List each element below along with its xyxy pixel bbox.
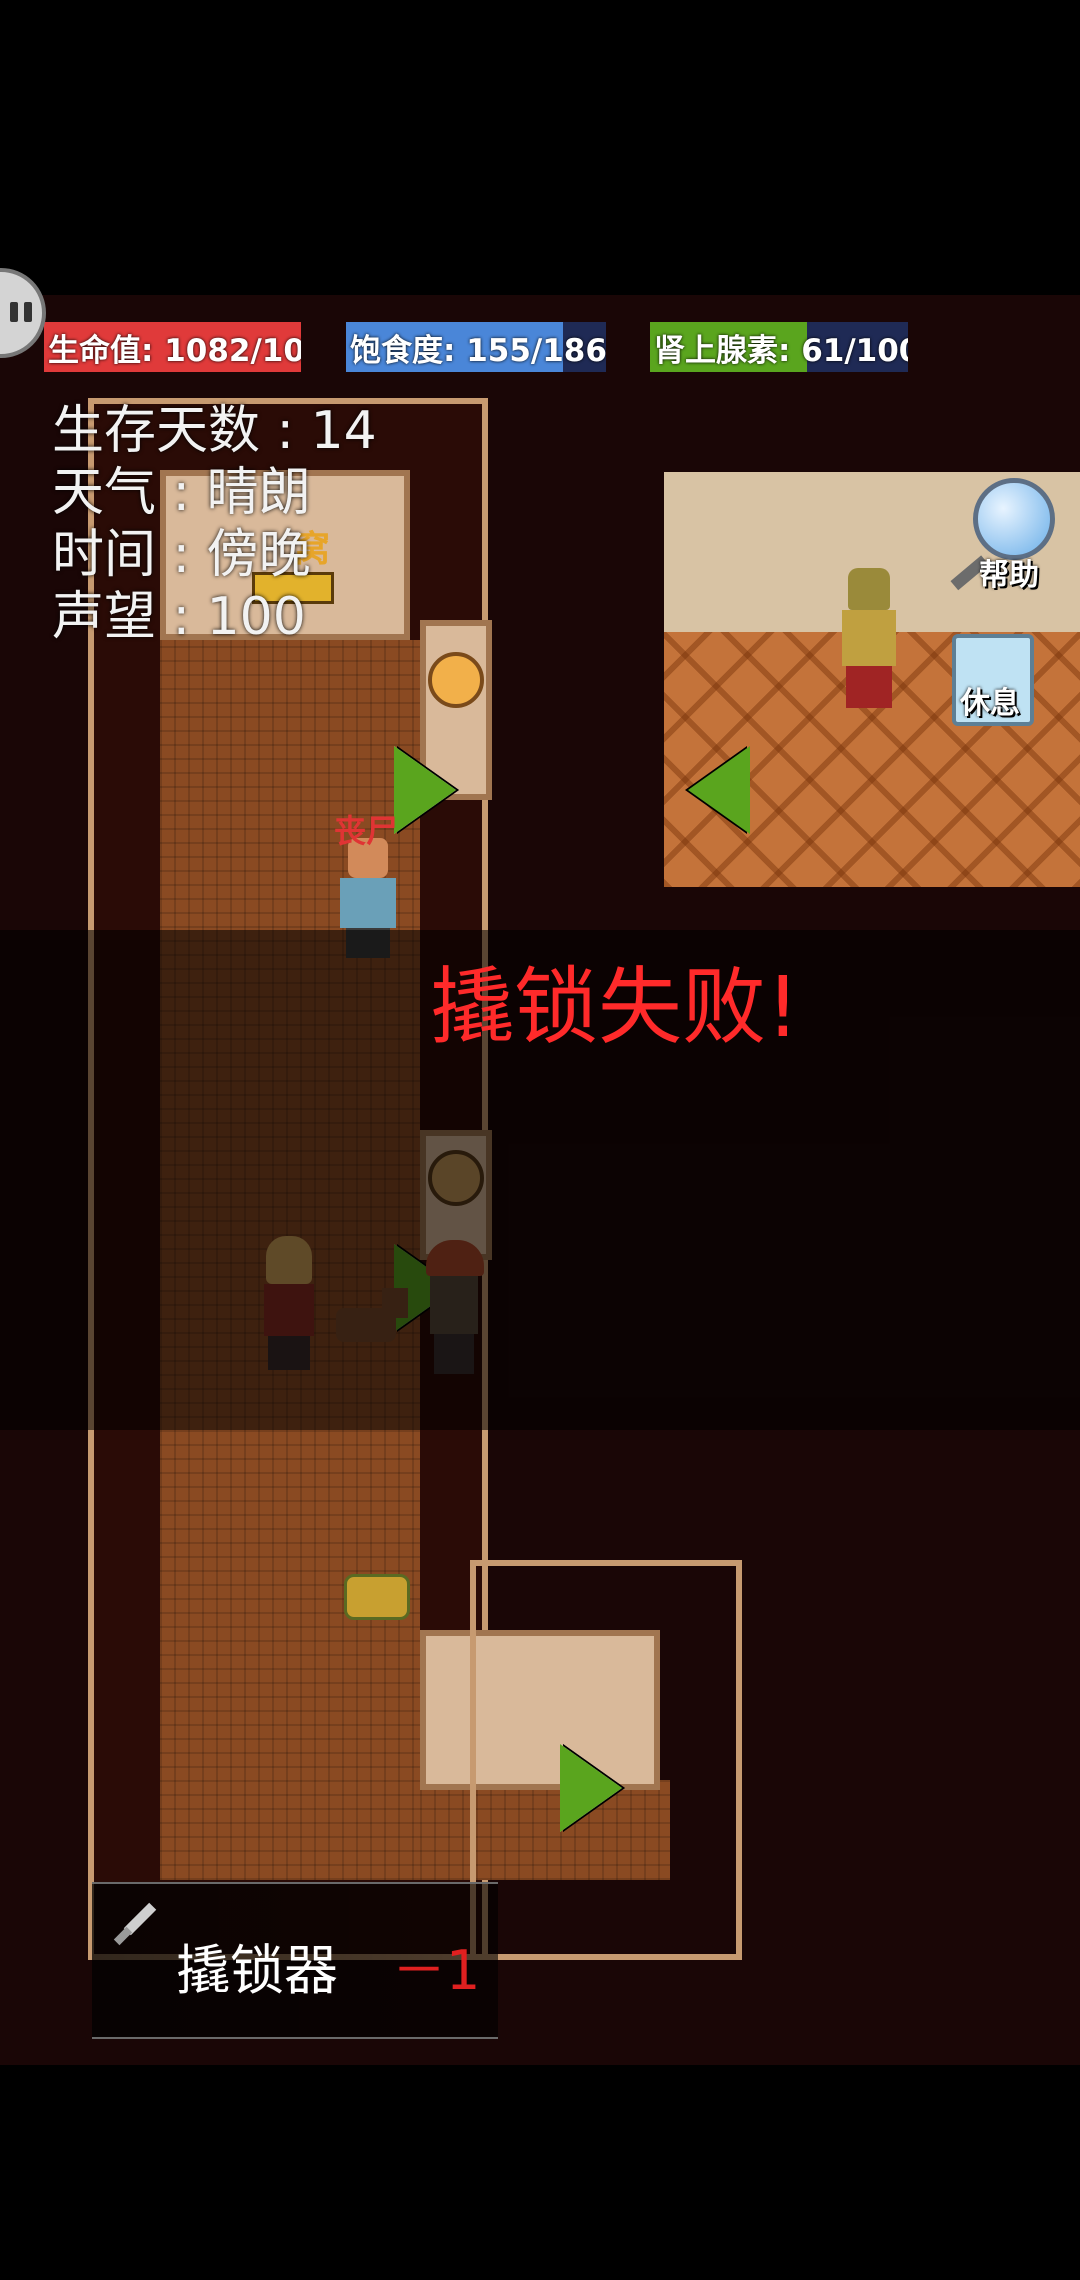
hunger-text: 饱食度: 155/186 [350, 332, 606, 369]
wall-lamp [428, 652, 484, 708]
hunger-bar: 饱食度: 155/186 [346, 322, 606, 372]
hp-bar: 生命值: 1082/1082 [44, 322, 301, 372]
help-button[interactable]: 帮助 [945, 478, 1055, 593]
item-notification: 撬锁器 －1 [92, 1882, 498, 2039]
move-right-arrow-top[interactable] [394, 746, 456, 834]
magnifier-icon [973, 478, 1055, 560]
hp-text: 生命值: 1082/1082 [48, 332, 301, 369]
item-name: 撬锁器 [176, 1939, 338, 2002]
pause-icon [24, 302, 32, 322]
lockpick-icon-handle [113, 1926, 133, 1946]
adrenaline-text: 肾上腺素: 61/100 [654, 332, 908, 369]
reputation-text: 声望 : 100 [52, 587, 306, 647]
game-screen: 窝 帮助 休息 丧尸 生命值: 1082/10 饱食度: 155/186 肾上腺… [0, 0, 1080, 2280]
rest-label: 休息 [960, 686, 1020, 721]
move-right-arrow-bottom[interactable] [560, 1744, 622, 1832]
zombie-label: 丧尸 [334, 812, 399, 850]
rest-button[interactable]: 休息 [948, 628, 1034, 726]
help-label: 帮助 [979, 558, 1039, 593]
food-item-icon[interactable] [344, 1574, 410, 1620]
lockpick-fail-message: 撬锁失败! [430, 958, 800, 1056]
adrenaline-bar: 肾上腺素: 61/100 [650, 322, 908, 372]
item-count: －1 [392, 1939, 481, 2002]
pause-icon [10, 302, 18, 322]
move-left-arrow-room[interactable] [688, 746, 750, 834]
npc-merchant[interactable] [834, 568, 904, 708]
